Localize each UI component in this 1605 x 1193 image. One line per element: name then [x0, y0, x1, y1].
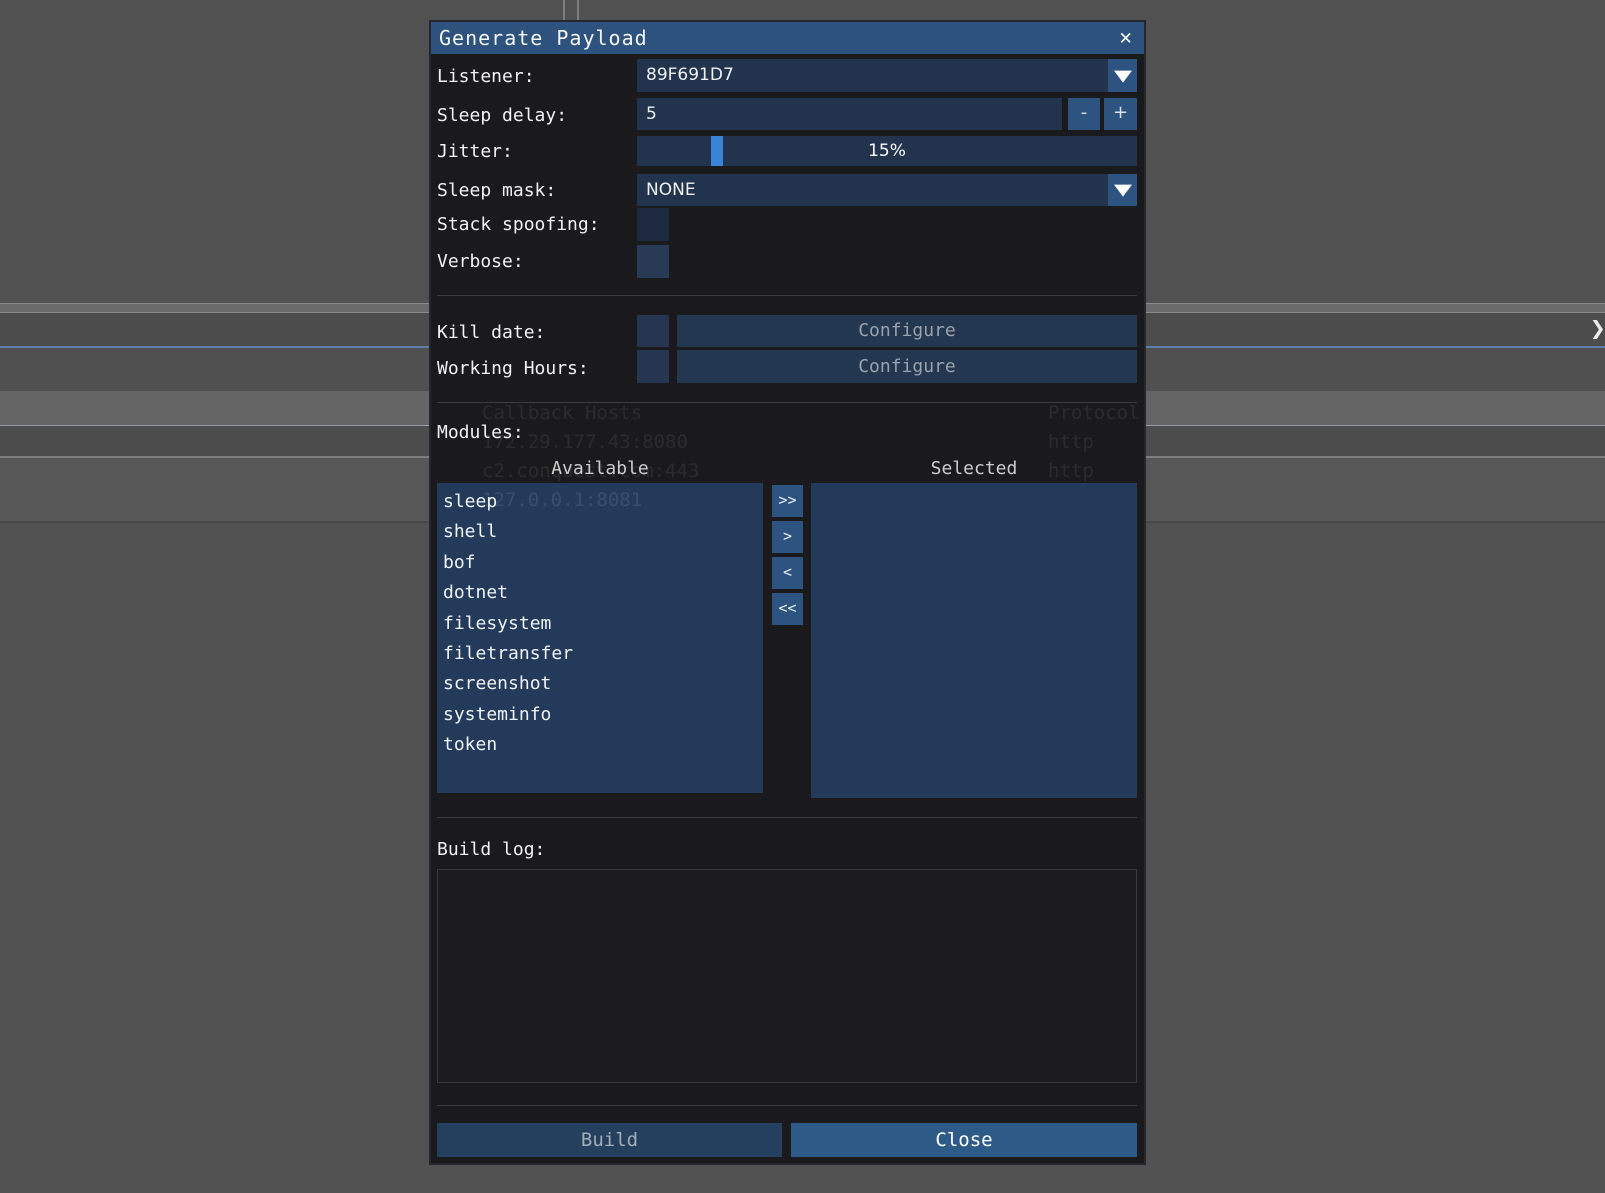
close-button[interactable]: Close: [791, 1123, 1137, 1157]
build-button[interactable]: Build: [437, 1123, 782, 1157]
jitter-label: Jitter:: [437, 141, 513, 162]
available-modules-list[interactable]: sleep shell bof dotnet filesystem filetr…: [437, 483, 763, 793]
remove-module-button[interactable]: <: [772, 557, 803, 589]
chevron-down-icon: [1108, 59, 1137, 92]
bg-window-tick: [563, 0, 565, 21]
module-item[interactable]: sleep: [443, 487, 763, 517]
module-item[interactable]: shell: [443, 517, 763, 547]
module-item[interactable]: token: [443, 730, 763, 760]
ghost-protocol-header: Protocol: [1048, 402, 1140, 424]
working-hours-label: Working Hours:: [437, 358, 589, 379]
screen: ❯ Generate Payload ✕ Listener: 89F691D7 …: [0, 0, 1605, 1193]
modules-label: Modules:: [437, 422, 524, 443]
module-item[interactable]: systeminfo: [443, 700, 763, 730]
sleep-mask-label: Sleep mask:: [437, 180, 556, 201]
available-header: Available: [437, 458, 763, 479]
stack-spoofing-label: Stack spoofing:: [437, 214, 600, 235]
jitter-value: 15%: [637, 136, 1137, 166]
verbose-label: Verbose:: [437, 251, 524, 272]
add-all-modules-button[interactable]: >>: [772, 485, 803, 517]
separator: [437, 817, 1137, 818]
stack-spoofing-checkbox[interactable]: [637, 208, 669, 241]
dialog-title: Generate Payload: [439, 26, 648, 50]
remove-all-modules-button[interactable]: <<: [772, 593, 803, 625]
sleep-delay-decrement-button[interactable]: -: [1068, 98, 1100, 130]
sleep-mask-value: NONE: [646, 180, 696, 200]
sleep-delay-value: 5: [646, 104, 657, 124]
build-log-label: Build log:: [437, 839, 545, 860]
listener-dropdown[interactable]: 89F691D7: [637, 59, 1137, 92]
expand-chevron-icon[interactable]: ❯: [1590, 314, 1605, 344]
sleep-mask-dropdown[interactable]: NONE: [637, 174, 1137, 206]
ghost-callback-hosts-header: Callback Hosts: [482, 402, 642, 424]
module-item[interactable]: screenshot: [443, 669, 763, 699]
kill-date-checkbox[interactable]: [637, 315, 669, 347]
kill-date-label: Kill date:: [437, 322, 545, 343]
listener-value: 89F691D7: [646, 65, 734, 85]
module-item[interactable]: filesystem: [443, 609, 763, 639]
add-module-button[interactable]: >: [772, 521, 803, 553]
sleep-delay-input[interactable]: 5: [637, 98, 1062, 130]
working-hours-configure-button[interactable]: Configure: [677, 350, 1137, 383]
jitter-slider[interactable]: 15%: [637, 136, 1137, 166]
separator: [437, 295, 1137, 296]
dialog-title-bar[interactable]: Generate Payload ✕: [431, 22, 1144, 54]
module-item[interactable]: dotnet: [443, 578, 763, 608]
module-item[interactable]: filetransfer: [443, 639, 763, 669]
verbose-checkbox[interactable]: [637, 245, 669, 278]
generate-payload-dialog: Generate Payload ✕ Listener: 89F691D7 Sl…: [429, 20, 1146, 1165]
kill-date-configure-button[interactable]: Configure: [677, 315, 1137, 347]
working-hours-checkbox[interactable]: [637, 350, 669, 383]
sleep-delay-label: Sleep delay:: [437, 105, 567, 126]
sleep-delay-increment-button[interactable]: +: [1104, 98, 1137, 130]
build-log-output[interactable]: [437, 869, 1137, 1083]
separator: [437, 402, 1137, 403]
bg-window-tick: [577, 0, 579, 21]
selected-modules-list[interactable]: [811, 483, 1137, 798]
close-icon[interactable]: ✕: [1115, 25, 1136, 49]
module-item[interactable]: bof: [443, 548, 763, 578]
selected-header: Selected: [811, 458, 1137, 479]
ghost-protocol-row: http: [1048, 431, 1094, 453]
listener-label: Listener:: [437, 66, 535, 87]
chevron-down-icon: [1108, 174, 1137, 206]
separator: [437, 1105, 1137, 1106]
